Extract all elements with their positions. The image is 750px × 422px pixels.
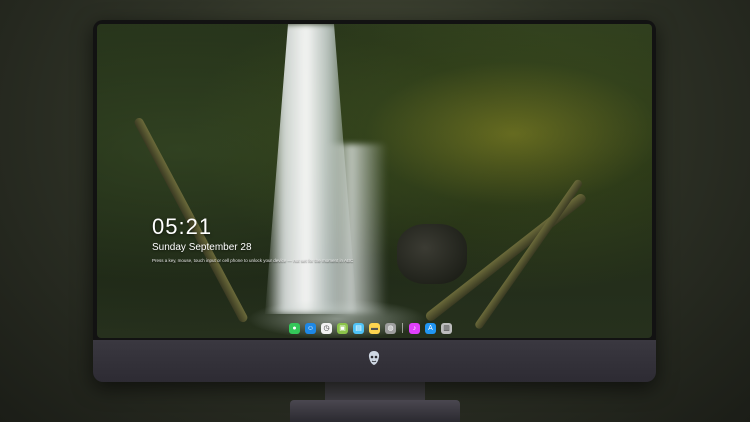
brand-logo-icon bbox=[368, 351, 380, 365]
unlock-hint: Press a key, mouse, touch input or cell … bbox=[152, 258, 354, 263]
appstore-app-icon[interactable]: A bbox=[425, 322, 436, 334]
notes-app-icon[interactable]: ▬ bbox=[369, 322, 380, 334]
waterfall-spray bbox=[327, 144, 387, 314]
fallen-log bbox=[473, 178, 584, 331]
rock bbox=[397, 224, 467, 284]
claquette-app-icon[interactable]: ▤ bbox=[353, 322, 364, 334]
lock-clock: 05:21 bbox=[152, 214, 213, 239]
monitor-neck bbox=[325, 382, 425, 402]
monitor-stand bbox=[290, 400, 460, 422]
clock-app-icon[interactable]: ◷ bbox=[321, 322, 332, 334]
preview-app-icon[interactable]: ▣ bbox=[337, 322, 348, 334]
music-app-icon[interactable]: ♪ bbox=[409, 322, 420, 334]
lock-date: Sunday September 28 bbox=[152, 242, 252, 253]
dock-separator bbox=[402, 323, 403, 333]
monitor: 05:21 Sunday September 28 Press a key, m… bbox=[93, 20, 656, 382]
photos-app-icon[interactable]: ◍ bbox=[385, 322, 396, 334]
messages-app-icon[interactable]: ● bbox=[289, 322, 300, 334]
trash-app-icon[interactable]: ▥ bbox=[441, 322, 452, 334]
dock: ● ☺ ◷ ▣ ▤ ▬ ◍ ♪ A ▥ bbox=[289, 322, 452, 334]
lock-screen[interactable]: 05:21 Sunday September 28 Press a key, m… bbox=[97, 24, 652, 338]
finder-app-icon[interactable]: ☺ bbox=[305, 322, 316, 334]
